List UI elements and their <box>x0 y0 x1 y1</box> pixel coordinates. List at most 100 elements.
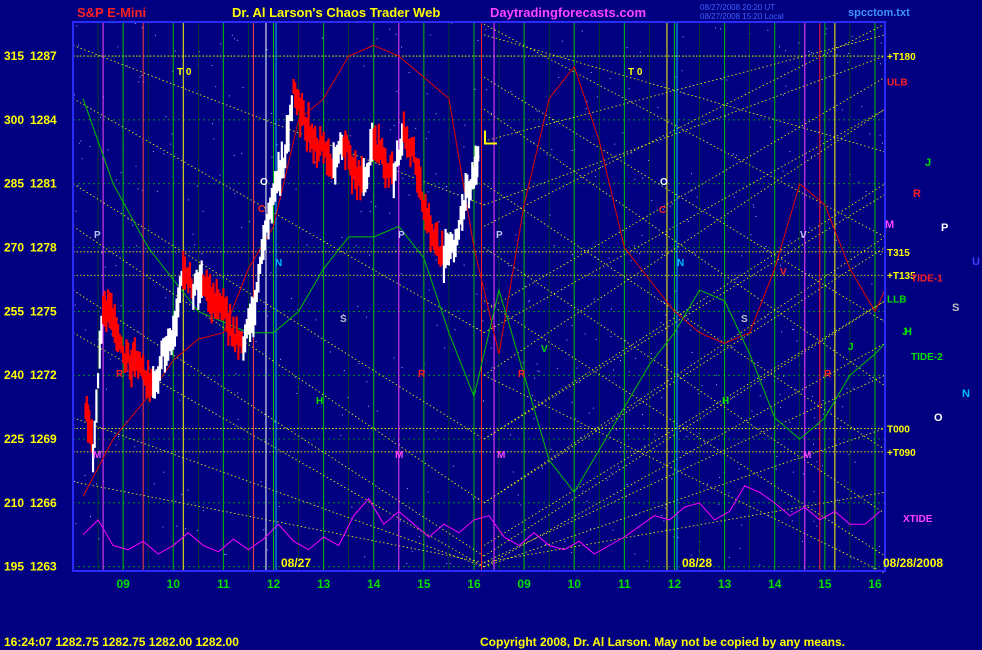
degree-label: 225 <box>4 432 24 446</box>
star-dot <box>435 113 437 115</box>
header-instrument: S&P E-Mini <box>77 5 146 20</box>
star-dot <box>165 116 167 118</box>
chart-letter: P <box>94 230 101 241</box>
star-dot <box>163 153 165 155</box>
star-dot <box>879 545 881 547</box>
star-dot <box>789 240 791 242</box>
star-dot <box>755 216 757 217</box>
star-dot <box>241 226 243 228</box>
star-dot <box>109 358 111 360</box>
star-dot <box>395 33 397 35</box>
star-dot <box>74 304 76 306</box>
star-dot <box>322 37 323 39</box>
star-dot <box>360 211 362 213</box>
star-dot <box>538 371 540 373</box>
star-dot <box>367 405 369 407</box>
star-dot <box>546 154 548 156</box>
star-dot <box>813 520 815 522</box>
star-dot <box>620 447 622 449</box>
star-dot <box>613 369 615 371</box>
right-level-label: TIDE-1 <box>911 273 943 284</box>
star-dot <box>590 528 592 530</box>
star-dot <box>347 396 349 398</box>
star-dot <box>823 413 824 415</box>
star-dot <box>98 538 100 540</box>
hour-label: 15 <box>417 577 431 591</box>
fan-line <box>72 417 485 568</box>
star-dot <box>612 529 614 531</box>
star-dot <box>75 210 77 212</box>
star-dot <box>198 51 200 53</box>
star-dot <box>809 273 811 275</box>
planet-marker: M <box>885 219 894 231</box>
star-dot <box>219 174 221 176</box>
star-dot <box>242 331 244 333</box>
star-dot <box>118 436 119 437</box>
star-dot <box>608 257 610 259</box>
chart-letter: M <box>803 450 811 461</box>
star-dot <box>74 94 76 96</box>
star-dot <box>628 88 630 90</box>
star-dot <box>482 320 484 322</box>
hour-label: 12 <box>267 577 281 591</box>
header-file: spcctom.txt <box>848 7 910 19</box>
star-dot <box>349 135 351 137</box>
star-dot <box>233 154 235 156</box>
star-dot <box>266 549 268 551</box>
star-dot <box>271 112 273 114</box>
star-dot <box>836 54 838 56</box>
star-dot <box>76 25 78 27</box>
star-dot <box>237 392 239 394</box>
right-level-label: T000 <box>887 424 910 435</box>
star-dot <box>660 515 662 517</box>
footer-copyright: Copyright 2008, Dr. Al Larson. May not b… <box>480 635 845 649</box>
star-dot <box>400 273 402 275</box>
star-dot <box>376 410 378 412</box>
star-dot <box>609 78 611 80</box>
star-dot <box>858 181 860 183</box>
star-dot <box>415 127 417 129</box>
star-dot <box>732 346 734 348</box>
star-dot <box>879 134 881 136</box>
chart-letter: O <box>660 177 668 188</box>
star-dot <box>138 331 140 333</box>
star-dot <box>852 387 854 389</box>
star-dot <box>294 377 296 378</box>
star-dot <box>520 504 522 506</box>
star-dot <box>707 483 709 485</box>
star-dot <box>370 201 372 203</box>
date-label: 08/28 <box>682 556 712 570</box>
star-dot <box>522 362 524 364</box>
price-label: 1272 <box>30 368 57 382</box>
star-dot <box>759 564 761 566</box>
star-dot <box>641 235 643 236</box>
star-dot <box>741 524 743 526</box>
star-dot <box>153 483 155 485</box>
hour-label: 14 <box>768 577 782 591</box>
star-dot <box>296 393 298 394</box>
planet-marker: J <box>925 157 931 169</box>
star-dot <box>533 141 535 143</box>
star-dot <box>802 473 804 475</box>
degree-label: 315 <box>4 49 24 63</box>
star-dot <box>779 46 780 48</box>
chart-letter: H <box>722 396 729 407</box>
star-dot <box>614 143 616 145</box>
star-dot <box>661 397 663 399</box>
star-dot <box>104 266 106 268</box>
chart-letter: J <box>848 342 854 353</box>
star-dot <box>340 434 342 436</box>
star-dot <box>406 488 408 490</box>
star-dot <box>578 381 580 383</box>
star-dot <box>685 452 687 454</box>
star-dot <box>595 339 597 340</box>
chart: 315 1287 300 1284 285 1281 270 1278 255 1275 240 12… <box>4 3 980 649</box>
header-stamp-ut: 08/27/2008 20:20 UT <box>700 3 775 12</box>
star-dot <box>622 132 624 134</box>
star-dot <box>779 394 781 396</box>
star-dot <box>141 75 143 76</box>
star-dot <box>106 388 107 390</box>
degree-label: 210 <box>4 496 24 510</box>
star-dot <box>220 43 222 45</box>
star-dot <box>633 245 635 247</box>
